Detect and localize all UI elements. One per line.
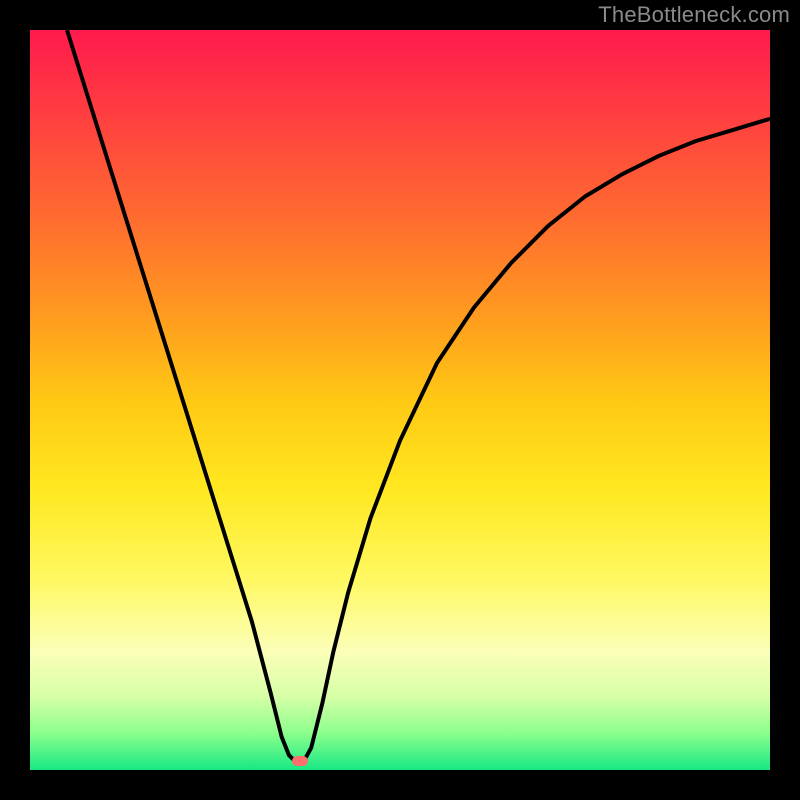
bottleneck-curve-plot <box>30 30 770 770</box>
chart-frame: TheBottleneck.com <box>0 0 800 800</box>
watermark-text: TheBottleneck.com <box>598 2 790 28</box>
optimal-point-marker <box>292 756 308 766</box>
